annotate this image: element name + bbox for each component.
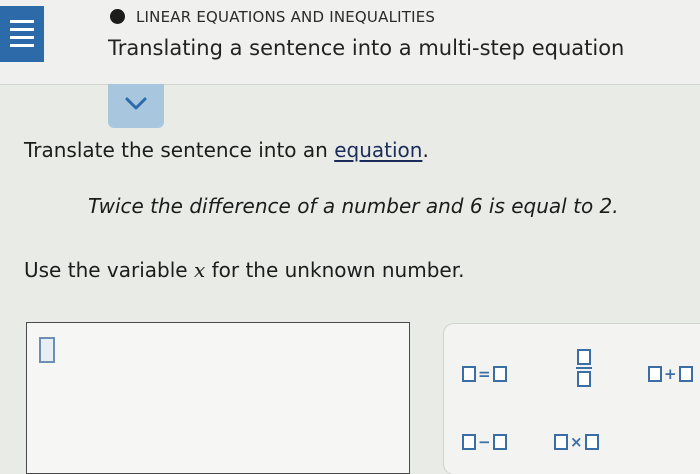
- hamburger-icon-bar: [10, 44, 34, 47]
- topic-status-icon: [110, 9, 125, 24]
- equation-glossary-link[interactable]: equation: [334, 138, 422, 162]
- top-header: LINEAR EQUATIONS AND INEQUALITIES Transl…: [0, 0, 700, 85]
- plus-template-button[interactable]: +: [648, 362, 693, 386]
- variable-suffix: for the unknown number.: [205, 258, 465, 282]
- placeholder-box-icon: [584, 434, 599, 450]
- variable-name: x: [193, 258, 206, 282]
- times-sign: ×: [570, 433, 583, 451]
- instruction-suffix: .: [422, 138, 429, 162]
- plus-sign: +: [664, 365, 677, 383]
- hamburger-icon: [10, 20, 34, 23]
- topic-title: LINEAR EQUATIONS AND INEQUALITIES: [136, 8, 436, 26]
- variable-instruction: Use the variable x for the unknown numbe…: [24, 258, 464, 282]
- chevron-down-icon: [125, 97, 147, 110]
- times-template-button[interactable]: ×: [554, 430, 599, 454]
- placeholder-box-icon: [554, 434, 568, 450]
- equals-sign: =: [478, 365, 491, 383]
- denominator-box-icon: [577, 371, 591, 387]
- collapse-button[interactable]: [108, 84, 164, 128]
- placeholder-box-icon: [462, 434, 476, 450]
- minus-sign: −: [478, 433, 491, 451]
- math-keypad: = + − ×: [444, 324, 700, 474]
- placeholder-box-icon: [492, 366, 507, 382]
- equals-template-button[interactable]: =: [462, 362, 507, 386]
- answer-input[interactable]: [26, 322, 410, 474]
- lesson-title: Translating a sentence into a multi-step…: [108, 36, 625, 60]
- fraction-template-button[interactable]: [576, 348, 592, 388]
- hamburger-icon-bar: [10, 36, 34, 39]
- numerator-box-icon: [577, 349, 591, 365]
- menu-button[interactable]: [0, 6, 44, 62]
- variable-prefix: Use the variable: [24, 258, 194, 282]
- placeholder-box-icon: [462, 366, 476, 382]
- placeholder-box-icon: [492, 434, 507, 450]
- hamburger-icon-bar: [10, 28, 34, 31]
- minus-template-button[interactable]: −: [462, 430, 507, 454]
- placeholder-box-icon: [678, 366, 693, 382]
- input-cursor-placeholder: [39, 337, 55, 363]
- instruction-text: Translate the sentence into an equation.: [24, 138, 429, 162]
- placeholder-box-icon: [648, 366, 662, 382]
- instruction-prefix: Translate the sentence into an: [24, 138, 335, 162]
- fraction-bar: [576, 367, 592, 369]
- problem-sentence: Twice the difference of a number and 6 i…: [88, 194, 619, 218]
